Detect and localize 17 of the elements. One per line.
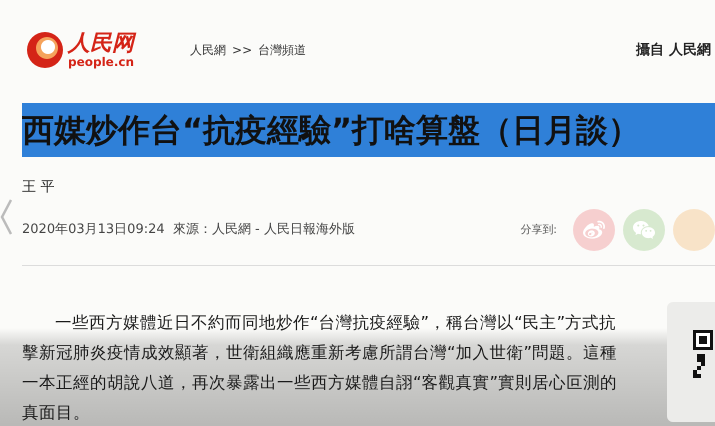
share-button[interactable] [673,209,715,251]
logo-wordmark: 人民网 [68,32,134,54]
share-button[interactable] [573,209,615,251]
logo-domain: people.cn [68,56,134,68]
swirl-logo-icon [26,31,64,69]
share-button[interactable] [623,209,665,251]
article-title: 西媒炒作台“抗疫經驗”打啥算盤（日月談） [22,103,715,157]
source-caption: 攝自 人民網 [636,40,711,60]
breadcrumb-link[interactable]: 台灣頻道 [258,41,306,59]
breadcrumb-link[interactable]: 人民網 [190,41,226,59]
author-name: 王 平 [22,178,56,197]
breadcrumb-separator: >> [232,42,252,59]
chevron-left-icon[interactable] [0,198,12,236]
publish-info: 2020年03月13日09:24 來源：人民網 - 人民日報海外版 [22,221,355,240]
article-paragraph: 一些西方媒體近日不約而同地炒作“台灣抗疫經驗”，稱台灣以“民主”方式抗擊新冠肺炎疫情成效顯著，世衛組織應重新考慮所謂台灣“加入世衛”問題。這種一本正經的胡說八道，再次暴露出一些西方媒體自詡“客觀真實”實則居心叵測的真面目。 [22,312,618,424]
qr-code-icon [693,330,715,380]
share-label: 分享到: [520,222,557,238]
